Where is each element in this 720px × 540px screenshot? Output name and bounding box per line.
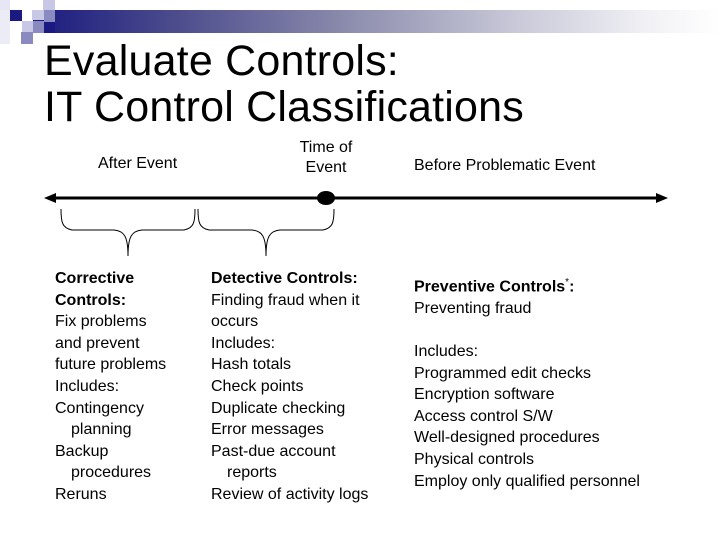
preventive-list: Preventing fraud Includes: Programmed edit… [414, 298, 640, 492]
detective-list-item: Error messages [211, 421, 324, 439]
detective-list-item: Duplicate checking [211, 399, 346, 417]
preventive-heading: Preventive Controls*: [414, 272, 640, 298]
preventive-list-item [414, 320, 640, 342]
corrective-list-item: Fix problems [55, 313, 147, 331]
corrective-heading-line-1: Corrective [55, 270, 135, 287]
corrective-list-item: Backup [55, 442, 109, 460]
corrective-list-item: and prevent [55, 334, 140, 352]
detective-list-item: Hash totals [211, 356, 292, 374]
corrective-list-item: planning [71, 421, 132, 439]
detective-list-item: Past-due account [211, 442, 336, 460]
preventive-heading-text: Preventive Controls [414, 278, 566, 296]
corrective-list: Fix problems and prevent future problems In… [55, 311, 166, 505]
detective-list-item: occurs [211, 313, 259, 331]
detective-list-item: reports [227, 464, 277, 482]
preventive-list-item: Encryption software [414, 386, 555, 404]
preventive-list-item: Physical controls [414, 451, 535, 469]
left-arrow-icon [44, 193, 56, 203]
detective-list-item: Includes: [211, 334, 276, 352]
detective-list: Finding fraud when it occurs Includes: Hash… [211, 290, 368, 506]
preventive-controls-column: Preventive Controls*: Preventing fraud In… [414, 272, 640, 492]
detective-list-item: Review of activity logs [211, 485, 369, 503]
preventive-list-item: Programmed edit checks [414, 364, 591, 382]
corrective-controls-column: Corrective Controls: Fix problems and pre… [55, 268, 166, 506]
corrective-list-item: Includes: [55, 377, 120, 395]
detective-heading: Detective Controls: [211, 270, 358, 287]
preventive-list-item: Includes: [414, 343, 479, 361]
preventive-list-item: Access control S/W [414, 407, 553, 425]
corrective-list-item: procedures [71, 464, 152, 482]
preventive-list-item: Well-designed procedures [414, 429, 600, 447]
detective-controls-column: Detective Controls: Finding fraud when i… [211, 268, 368, 506]
corrective-list-item: Contingency [55, 399, 144, 417]
preventive-list-item: Preventing fraud [414, 299, 532, 317]
corrective-list-item: future problems [55, 356, 167, 374]
corrective-list-item: Reruns [55, 485, 107, 503]
corrective-brace [60, 208, 196, 257]
preventive-heading-colon: : [569, 278, 575, 296]
preventive-list-item: Employ only qualified personnel [414, 472, 640, 490]
right-arrow-icon [656, 193, 668, 203]
detective-list-item: Check points [211, 377, 304, 395]
detective-brace [197, 208, 335, 257]
corrective-heading-line-2: Controls: [55, 291, 127, 309]
detective-list-item: Finding fraud when it [211, 291, 360, 309]
event-point-marker [317, 191, 335, 205]
